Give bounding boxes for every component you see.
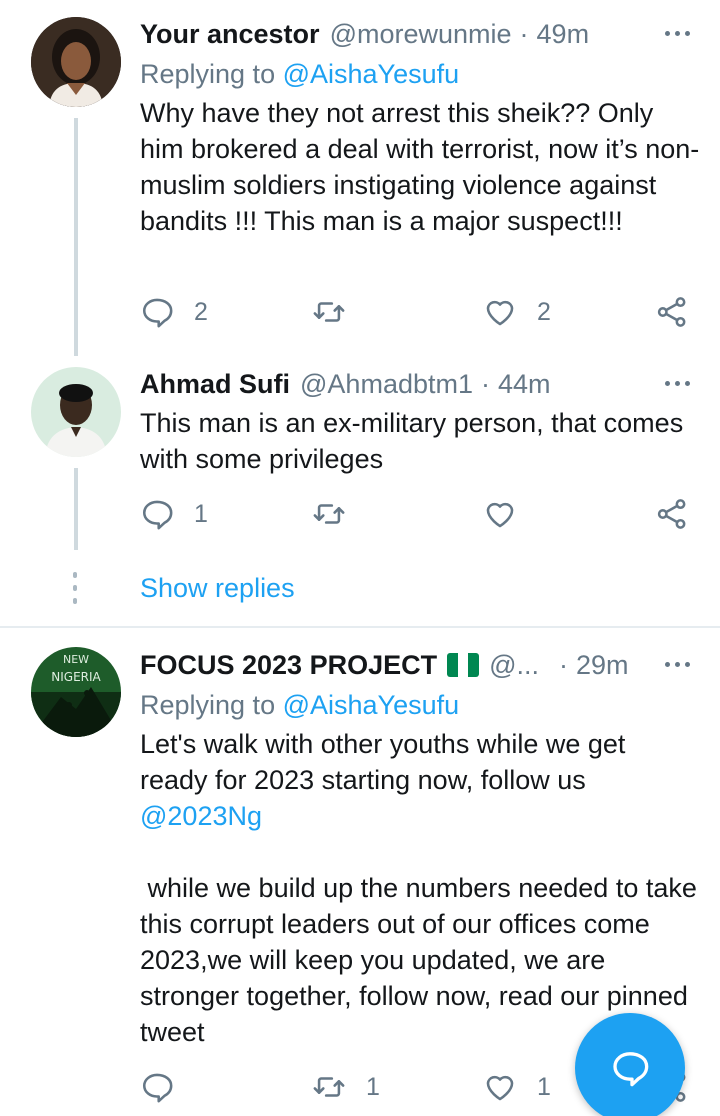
show-replies-link[interactable]: Show replies bbox=[140, 570, 295, 606]
avatar-text-new: NEW bbox=[63, 653, 89, 666]
compose-icon bbox=[613, 1052, 649, 1087]
more-icon[interactable] bbox=[665, 18, 690, 48]
display-name[interactable]: FOCUS 2023 PROJECT bbox=[140, 650, 437, 681]
avatar-logo: NEW NIGERIA bbox=[31, 647, 121, 737]
reply-icon bbox=[142, 298, 173, 328]
like-icon bbox=[486, 502, 514, 528]
timestamp[interactable]: 29m bbox=[576, 650, 629, 681]
reply-count: 1 bbox=[194, 499, 208, 528]
share-button[interactable] bbox=[655, 292, 689, 332]
replying-to-mention[interactable]: @AishaYesufu bbox=[283, 59, 460, 89]
compose-button[interactable] bbox=[575, 1013, 685, 1116]
avatar[interactable] bbox=[31, 17, 121, 107]
tweet-text-spacer bbox=[140, 834, 700, 870]
share-icon bbox=[657, 297, 686, 327]
user-handle[interactable]: @morewunmie bbox=[330, 19, 512, 50]
like-count: 1 bbox=[537, 1072, 551, 1101]
reply-icon bbox=[142, 500, 173, 530]
separator-dot: · bbox=[481, 368, 490, 399]
share-icon bbox=[657, 499, 686, 529]
replying-to: Replying to @AishaYesufu bbox=[140, 56, 459, 92]
user-handle[interactable]: @Ahmadbtm1 bbox=[300, 369, 473, 400]
tweet-text: Let's walk with other youths while we ge… bbox=[140, 726, 700, 1050]
like-icon bbox=[486, 300, 514, 326]
timestamp[interactable]: 44m bbox=[498, 369, 551, 400]
tweet-mention[interactable]: @2023Ng bbox=[140, 798, 700, 834]
nigeria-flag-icon bbox=[447, 653, 480, 677]
more-icon[interactable] bbox=[665, 368, 690, 398]
avatar[interactable] bbox=[31, 367, 121, 457]
separator-dot: · bbox=[519, 18, 529, 49]
tweet-text: This man is an ex-military person, that … bbox=[140, 408, 684, 474]
avatar-portrait bbox=[31, 17, 121, 107]
retweet-icon bbox=[313, 1077, 345, 1097]
tweet-actions: 1 bbox=[140, 494, 700, 534]
separator-dot: · bbox=[559, 649, 569, 680]
like-icon bbox=[486, 1075, 514, 1101]
thread-line bbox=[74, 468, 78, 550]
more-icon[interactable] bbox=[665, 649, 690, 679]
replying-to: Replying to @AishaYesufu bbox=[140, 687, 459, 723]
retweet-icon bbox=[313, 302, 345, 322]
replying-to-label: Replying to bbox=[140, 690, 276, 720]
reply-button[interactable]: 1 bbox=[140, 494, 208, 534]
reply-count: 2 bbox=[194, 297, 208, 326]
thread-ellipsis bbox=[73, 572, 79, 604]
display-name[interactable]: Your ancestor bbox=[140, 19, 320, 50]
retweet-button[interactable] bbox=[312, 494, 366, 534]
user-handle[interactable]: @... bbox=[489, 650, 539, 681]
avatar-portrait bbox=[31, 367, 121, 457]
like-button[interactable] bbox=[483, 494, 537, 534]
tweet-actions: 2 2 bbox=[140, 292, 700, 332]
reply-button[interactable] bbox=[140, 1067, 194, 1107]
retweet-button[interactable]: 1 bbox=[312, 1067, 380, 1107]
reply-icon bbox=[142, 1073, 173, 1103]
display-name[interactable]: Ahmad Sufi bbox=[140, 369, 290, 400]
tweet-header: Ahmad Sufi @Ahmadbtm1 · 44m bbox=[140, 364, 720, 404]
replying-to-mention[interactable]: @AishaYesufu bbox=[283, 690, 460, 720]
share-button[interactable] bbox=[655, 494, 689, 534]
like-button[interactable]: 1 bbox=[483, 1067, 551, 1107]
divider bbox=[0, 626, 720, 628]
like-button[interactable]: 2 bbox=[483, 292, 551, 332]
tweet-header: FOCUS 2023 PROJECT @... · 29m bbox=[140, 645, 720, 685]
tweet-text: Why have they not arrest this sheik?? On… bbox=[140, 98, 700, 236]
replying-to-label: Replying to bbox=[140, 59, 276, 89]
like-count: 2 bbox=[537, 297, 551, 326]
avatar[interactable]: NEW NIGERIA bbox=[31, 647, 121, 737]
tweet-header: Your ancestor @morewunmie · 49m bbox=[140, 14, 720, 54]
timestamp[interactable]: 49m bbox=[537, 19, 590, 50]
retweet-button[interactable] bbox=[312, 292, 366, 332]
retweet-icon bbox=[313, 504, 345, 524]
reply-button[interactable]: 2 bbox=[140, 292, 208, 332]
thread-line bbox=[74, 118, 78, 356]
avatar-text-nigeria: NIGERIA bbox=[51, 670, 101, 684]
tweet-text-paragraph: Let's walk with other youths while we ge… bbox=[140, 729, 626, 795]
retweet-count: 1 bbox=[366, 1072, 380, 1101]
